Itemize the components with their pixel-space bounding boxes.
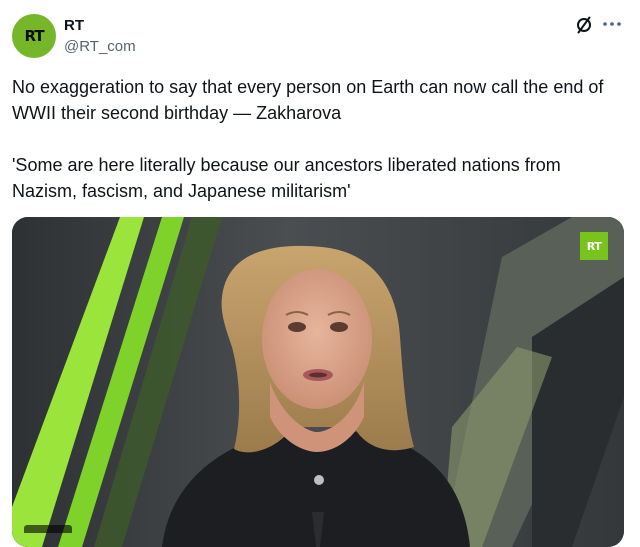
author-display-name[interactable]: RT <box>64 17 84 34</box>
avatar[interactable]: RT <box>12 14 56 58</box>
tweet-text: No exaggeration to say that every person… <box>12 74 624 230</box>
video-media[interactable]: RT <box>12 217 624 547</box>
rt-logo-badge: RT <box>580 232 608 260</box>
avatar-logo-text: RT <box>24 27 44 45</box>
tweet-paragraph-1: No exaggeration to say that every person… <box>12 77 609 123</box>
author-handle[interactable]: @RT_com <box>64 38 136 55</box>
video-frame <box>12 217 624 547</box>
tweet-paragraph-2: 'Some are here literally because our anc… <box>12 155 566 201</box>
rt-logo-text: RT <box>586 239 602 253</box>
grok-icon[interactable] <box>574 15 594 35</box>
video-control-overlay[interactable] <box>24 525 72 533</box>
more-icon[interactable] <box>600 12 624 36</box>
